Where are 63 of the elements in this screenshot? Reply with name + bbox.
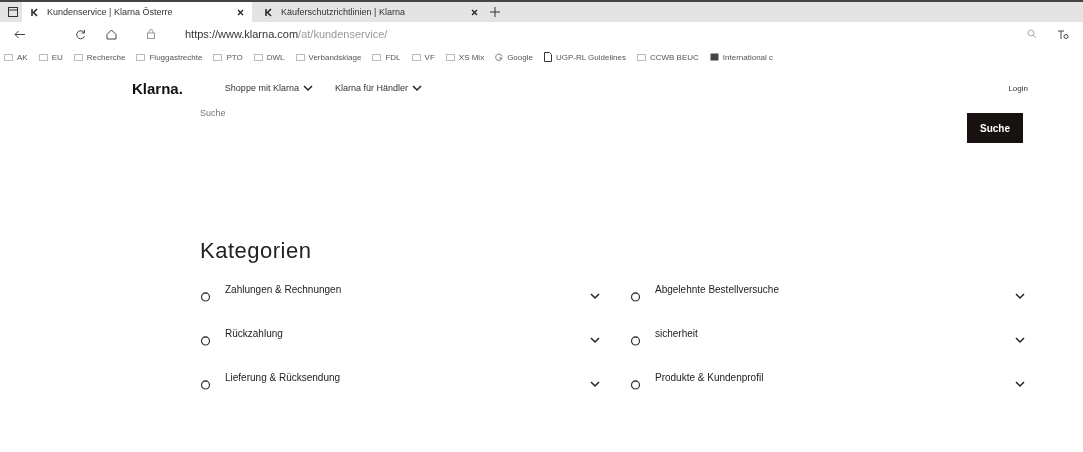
bookmark-link[interactable]: Google [507,52,533,62]
bookmark-link[interactable]: PTO [226,52,243,62]
bookmark-link[interactable]: UGP-RL Guidelines [555,52,626,62]
chevron-icon [590,292,600,300]
page-icon [543,52,552,62]
folder-icon [372,53,382,61]
nav-link[interactable]: Shoppe mit Klarna [224,83,313,93]
klarna-logo[interactable]: Klarna. [132,79,183,97]
tab-title: Käuferschutzrichtlinien | Klarna [281,7,406,17]
reload-icon[interactable] [75,28,86,40]
folder-icon [636,53,646,61]
home-icon[interactable] [106,28,117,40]
bookmark-link[interactable]: DWL [266,52,285,62]
site-icon [709,53,719,61]
category-item[interactable]: sicherheit [630,328,1025,352]
login-link[interactable]: Login [1008,83,1028,93]
klarna-icon [264,7,273,17]
folder-icon [136,53,146,61]
folder-icon [38,53,48,61]
address-field[interactable]: https://www.klarna.com/at/kundenservice/ [185,28,388,40]
browser-tab[interactable]: Kundenservice | Klarna Österre [22,2,252,22]
bookmark-link[interactable]: VF [424,52,435,62]
klarna-icon [30,7,39,17]
bookmark-link[interactable]: International c [722,52,774,62]
tab-actions-icon[interactable] [8,7,18,17]
back-icon[interactable] [14,29,25,39]
browser-tab[interactable]: Käuferschutzrichtlinien | Klarna [256,2,486,22]
chevron-icon [1015,380,1025,388]
close-icon[interactable] [471,8,478,16]
chevron-icon [411,84,422,92]
category-item[interactable]: Produkte & Kundenprofil [630,372,1025,396]
bookmark-link[interactable]: FDL [385,52,401,62]
bookmark-link[interactable]: Recherche [86,52,126,62]
chevron-icon [1015,336,1025,344]
category-item[interactable]: Lieferung & Rücksendung [200,372,600,396]
chevron-icon [1015,292,1025,300]
bookmark-link[interactable]: XS Mix [458,52,485,62]
folder-icon [73,53,83,61]
google-icon [495,53,504,61]
bookmark-link[interactable]: EU [51,52,63,62]
folder-icon [213,53,223,61]
nav-link[interactable]: Klarna für Händler [334,83,422,93]
chevron-icon [302,84,313,92]
section-heading: Kategorien [200,238,313,264]
category-item[interactable]: Rückzahlung [200,328,600,352]
chevron-icon [590,336,600,344]
folder-icon [253,53,263,61]
tab-title: Kundenservice | Klarna Österre [47,7,174,17]
folder-icon [445,53,455,61]
chevron-icon [590,380,600,388]
bookmark-link[interactable]: CCWB BEUC [649,52,699,62]
folder-icon [4,53,13,61]
folder-icon [295,53,305,61]
new-tab-icon[interactable] [490,7,500,17]
bookmark-link[interactable]: Verbandsklage [308,52,362,62]
folder-icon [411,53,421,61]
category-item[interactable]: Zahlungen & Rechnungen [200,284,600,308]
category-item[interactable]: Abgelehnte Bestellversuche [630,284,1025,308]
bookmark-link[interactable]: AK [17,52,28,62]
read-aloud-icon[interactable] [1057,28,1069,40]
bookmark-link[interactable]: Fluggastrechte [149,52,203,62]
close-icon[interactable] [237,8,244,16]
search-button[interactable]: Suche [967,113,1023,143]
